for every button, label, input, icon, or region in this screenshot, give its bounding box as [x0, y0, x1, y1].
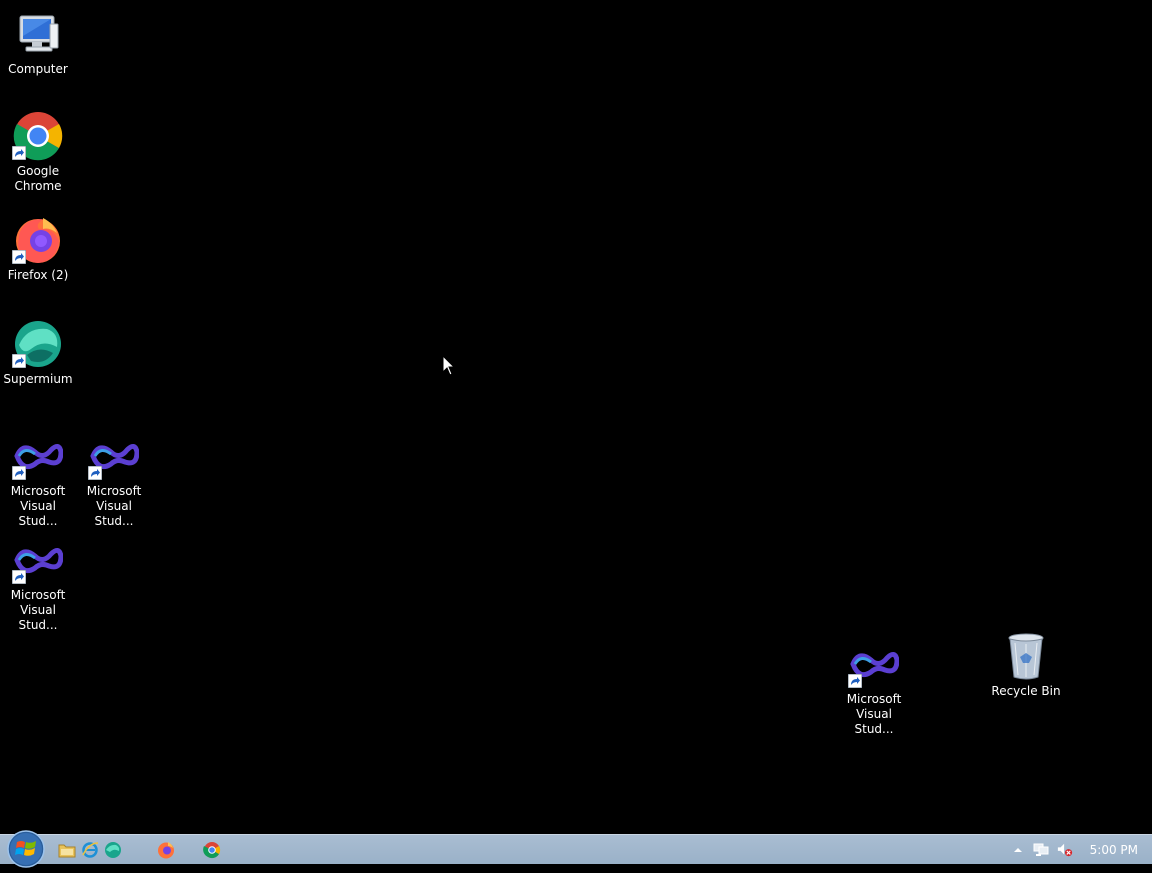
- file-explorer-icon: [58, 844, 76, 858]
- desktop-icon-label: Google Chrome: [14, 164, 62, 193]
- supermium-icon: [12, 318, 64, 370]
- windows-logo-icon: [7, 830, 45, 868]
- shortcut-arrow-icon: [12, 570, 26, 584]
- visual-studio-icon: [848, 638, 900, 690]
- chrome-icon: [12, 110, 64, 162]
- firefox-icon: [12, 214, 64, 266]
- taskbar-file-explorer-button[interactable]: [56, 839, 78, 861]
- visual-studio-icon: [12, 430, 64, 482]
- desktop-icon-label: Microsoft Visual Stud...: [846, 692, 902, 736]
- shortcut-arrow-icon: [88, 466, 102, 480]
- shortcut-arrow-icon: [848, 674, 862, 688]
- supermium-icon: [105, 842, 121, 858]
- desktop-icon-computer[interactable]: Computer: [0, 8, 76, 77]
- desktop-icon-supermium[interactable]: Supermium: [0, 318, 76, 387]
- desktop-icon-visual-studio-1[interactable]: Microsoft Visual Stud...: [0, 430, 76, 529]
- computer-icon: [12, 8, 64, 60]
- shortcut-arrow-icon: [12, 466, 26, 480]
- taskbar: 5:00 PM: [0, 830, 1152, 868]
- desktop-icon-firefox[interactable]: Firefox (2): [0, 214, 76, 283]
- show-hidden-icons-button[interactable]: [1010, 842, 1026, 858]
- internet-explorer-icon: [82, 842, 99, 858]
- desktop-icon-visual-studio-3[interactable]: Microsoft Visual Stud...: [0, 534, 76, 633]
- desktop-icon-label: Firefox (2): [7, 268, 69, 282]
- desktop-icon-label: Computer: [8, 62, 68, 76]
- chevron-up-icon: [1014, 848, 1022, 852]
- visual-studio-icon: [12, 534, 64, 586]
- network-tray-button[interactable]: [1033, 842, 1049, 858]
- system-clock[interactable]: 5:00 PM: [1090, 843, 1138, 857]
- chrome-icon: [203, 842, 221, 859]
- desktop-icon-label: Microsoft Visual Stud...: [10, 588, 66, 632]
- start-button[interactable]: [6, 829, 46, 869]
- shortcut-arrow-icon: [12, 146, 26, 160]
- shortcut-arrow-icon: [12, 354, 26, 368]
- desktop: Computer Google Chrome Firefox (2) Super…: [0, 0, 1152, 834]
- desktop-icon-visual-studio-4[interactable]: Microsoft Visual Stud...: [836, 638, 912, 737]
- desktop-icon-label: Supermium: [3, 372, 73, 386]
- desktop-icon-label: Microsoft Visual Stud...: [86, 484, 142, 528]
- network-icon: [1033, 843, 1049, 856]
- desktop-icon-label: Microsoft Visual Stud...: [10, 484, 66, 528]
- volume-muted-icon: [1057, 843, 1073, 857]
- visual-studio-icon: [88, 430, 140, 482]
- taskbar-internet-explorer-button[interactable]: [79, 839, 101, 861]
- firefox-icon: [158, 842, 174, 859]
- recycle-bin-icon: [1000, 630, 1052, 682]
- volume-tray-button[interactable]: [1057, 842, 1073, 858]
- desktop-icon-recycle-bin[interactable]: Recycle Bin: [988, 630, 1064, 699]
- taskbar-chrome-button[interactable]: [201, 839, 223, 861]
- taskbar-supermium-button[interactable]: [102, 839, 124, 861]
- desktop-icon-label: Recycle Bin: [991, 684, 1061, 698]
- desktop-icon-visual-studio-2[interactable]: Microsoft Visual Stud...: [76, 430, 152, 529]
- mouse-cursor-icon: [442, 355, 456, 376]
- desktop-icon-google-chrome[interactable]: Google Chrome: [0, 110, 76, 194]
- shortcut-arrow-icon: [12, 250, 26, 264]
- taskbar-firefox-button[interactable]: [155, 839, 177, 861]
